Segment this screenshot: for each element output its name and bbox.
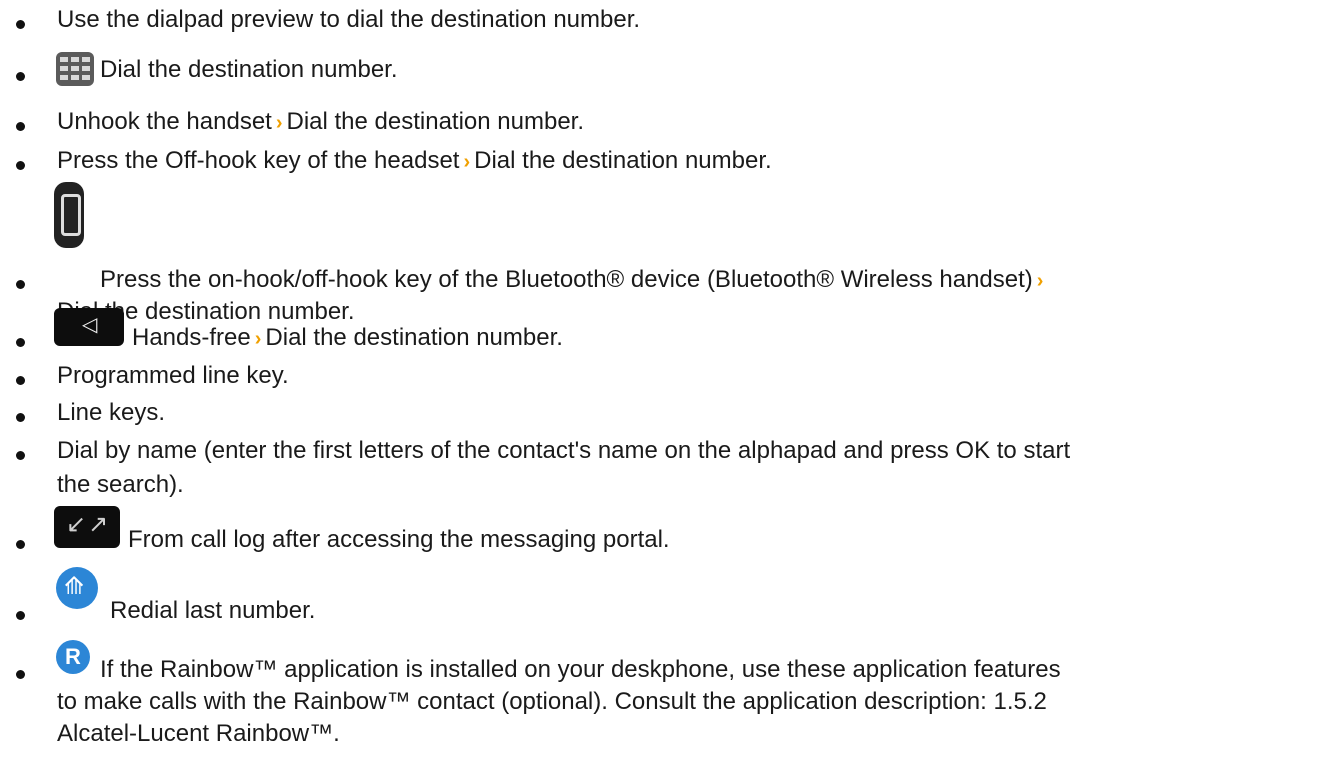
item-text-continued: the search).: [57, 471, 184, 498]
bullet: [16, 161, 25, 170]
bullet: [16, 413, 25, 422]
separator-arrow-icon: ›: [463, 151, 471, 173]
instruction-list: Use the dialpad preview to dial the dest…: [0, 0, 1317, 769]
bluetooth-handset-icon[interactable]: [54, 182, 84, 248]
separator-arrow-icon: ›: [275, 112, 283, 134]
bullet: [16, 338, 25, 347]
item-label: Press the Off-hook key of the headset: [57, 147, 460, 174]
item-text: Press the Off-hook key of the headset › Di…: [57, 145, 772, 178]
item-label: Dial the destination number.: [265, 324, 563, 351]
item-text: Press the on-hook/off-hook key of the Bl…: [100, 264, 1047, 297]
item-text: Use the dialpad preview to dial the dest…: [57, 6, 641, 33]
item-text: Dial by name (enter the first letters of…: [57, 437, 1071, 464]
dialpad-icon[interactable]: [56, 52, 94, 86]
bullet: [16, 72, 25, 81]
item-label: Dial the destination number.: [100, 56, 398, 83]
bullet: [16, 451, 25, 460]
item-text: If the Rainbow™ application is installed…: [100, 656, 1061, 683]
item-text: From call log after accessing the messag…: [128, 526, 670, 553]
bullet: [16, 376, 25, 385]
call-log-icon[interactable]: ↙↗: [54, 506, 120, 548]
item-label: Press the on-hook/off-hook key of the Bl…: [100, 266, 1033, 293]
item-label: Dial the destination number.: [474, 147, 772, 174]
item-label: Hands-free: [132, 324, 251, 351]
bullet: [16, 20, 25, 29]
item-text: Line keys.: [57, 399, 166, 426]
item-text: Hands-free › Dial the destination number.: [132, 322, 563, 355]
item-text: Unhook the handset › Dial the destination …: [57, 106, 584, 139]
item-text: Programmed line key.: [57, 362, 289, 389]
item-text-continued: to make calls with the Rainbow™ contact …: [57, 688, 1047, 715]
bullet: [16, 540, 25, 549]
item-text-continued: Alcatel-Lucent Rainbow™.: [57, 720, 340, 747]
bullet: [16, 670, 25, 679]
hands-free-icon[interactable]: ◁: [54, 308, 124, 346]
item-label: Dial the destination number.: [286, 108, 585, 135]
redial-icon[interactable]: ⟰: [56, 567, 98, 609]
bullet: [16, 611, 25, 620]
separator-arrow-icon: ›: [254, 328, 262, 350]
list-item: Press the on-hook/off-hook key of the Bl…: [0, 182, 1317, 325]
item-text: Redial last number.: [110, 597, 316, 624]
separator-arrow-icon: ›: [1036, 270, 1044, 292]
bullet: [16, 122, 25, 131]
item-text: Dial the destination number.: [56, 52, 398, 86]
item-label: Unhook the handset: [57, 108, 272, 135]
bullet: [16, 280, 25, 289]
rainbow-icon[interactable]: R: [56, 640, 90, 674]
